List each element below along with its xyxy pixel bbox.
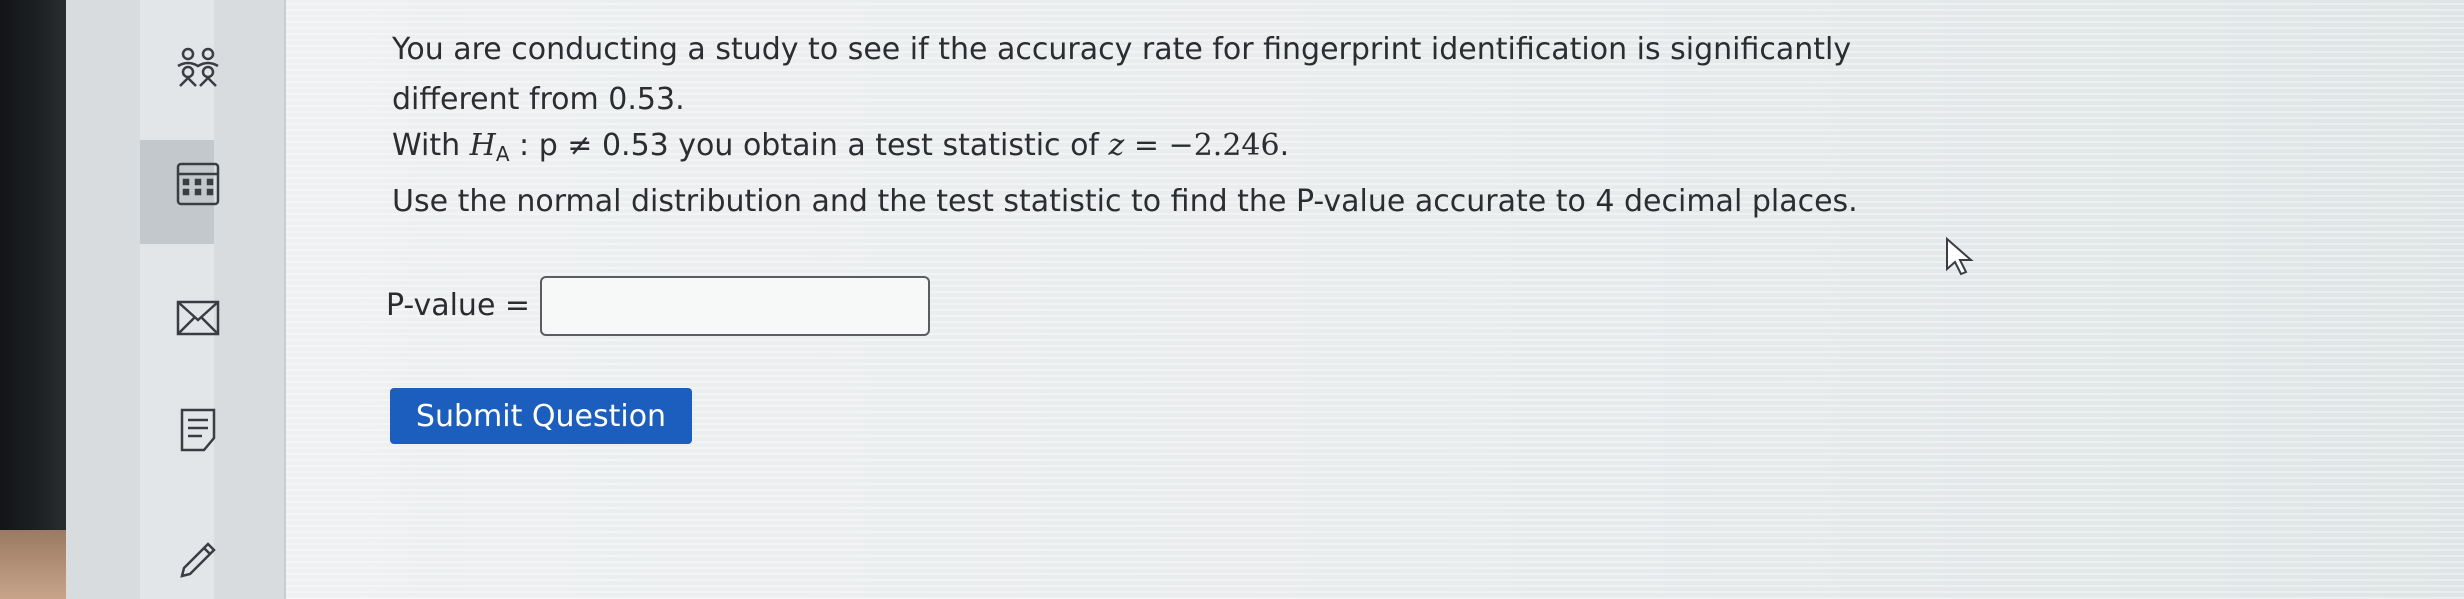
p-value-input[interactable] [540,276,930,336]
document-icon[interactable] [172,404,224,456]
instruction-line: Use the normal distribution and the test… [392,184,1858,219]
hypothesis-middle: you obtain a test statistic of [668,128,1109,163]
hypothesis-statement: : p ≠ 0.53 [509,128,669,163]
calculator-icon[interactable] [172,158,224,210]
hypothesis-line: With HA : p ≠ 0.53 you obtain a test sta… [392,124,1289,176]
people-icon[interactable] [172,40,224,92]
pencil-icon[interactable] [172,528,224,580]
mail-icon[interactable] [172,292,224,344]
statistic-value: = −2.246 [1124,128,1280,163]
question-line-2: different from 0.53. [392,82,685,117]
mouse-cursor-icon [1946,236,1974,276]
submit-question-button[interactable]: Submit Question [390,388,692,444]
question-line-1: You are conducting a study to see if the… [392,32,1852,67]
p-value-label: P-value = [386,288,531,323]
screen-bezel [0,0,66,599]
desk-background [0,530,66,599]
statistic-variable: z [1108,128,1125,163]
hypothesis-subscript: A [495,142,510,166]
hypothesis-prefix: With [392,128,470,163]
hypothesis-symbol: H [469,128,496,163]
statistic-period: . [1279,128,1290,163]
